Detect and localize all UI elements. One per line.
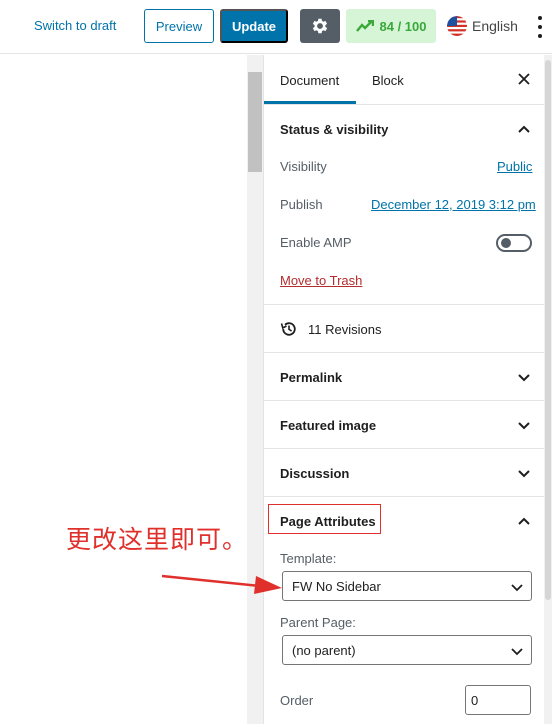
template-label: Template: — [280, 551, 337, 566]
top-toolbar: Switch to draft Preview Update 84 / 100 — [0, 0, 552, 54]
divider — [264, 304, 552, 305]
parent-page-select-value: (no parent) — [292, 642, 356, 658]
active-tab-indicator — [264, 101, 356, 104]
order-label: Order — [280, 693, 314, 708]
chevron-down-icon[interactable] — [516, 465, 532, 481]
publish-label: Publish — [280, 197, 323, 212]
history-icon — [280, 322, 296, 336]
chevron-down-icon[interactable] — [516, 369, 532, 385]
template-select-value: FW No Sidebar — [292, 578, 381, 594]
settings-sidebar: Document Block Status & visibility Visib… — [263, 55, 552, 724]
visibility-link[interactable]: Public — [497, 159, 532, 174]
chevron-down-icon[interactable] — [516, 417, 532, 433]
trend-icon — [355, 20, 374, 32]
visibility-label: Visibility — [280, 159, 327, 174]
chevron-down-icon — [511, 648, 523, 656]
status-visibility-panel-toggle[interactable]: Status & visibility — [280, 122, 388, 137]
divider — [264, 496, 552, 497]
permalink-panel-toggle[interactable]: Permalink — [280, 370, 342, 385]
preview-button[interactable]: Preview — [144, 9, 214, 43]
annotation-arrow-icon — [161, 574, 282, 594]
annotation-text: 更改这里即可。 — [66, 525, 249, 554]
revisions-label: 11 Revisions — [308, 321, 382, 337]
gear-icon — [312, 18, 328, 34]
dot — [538, 25, 542, 29]
discussion-panel-toggle[interactable]: Discussion — [280, 466, 349, 481]
switch-to-draft-button[interactable]: Switch to draft — [34, 18, 116, 33]
dot — [538, 34, 542, 38]
sidebar-scrollbar-thumb[interactable] — [545, 60, 551, 600]
tab-document[interactable]: Document — [280, 73, 339, 88]
update-button[interactable]: Update — [220, 9, 288, 43]
divider — [264, 448, 552, 449]
dot — [538, 16, 542, 20]
chevron-up-icon[interactable] — [516, 513, 532, 529]
seo-score-value: 84 / 100 — [379, 18, 427, 34]
parent-page-label: Parent Page: — [280, 615, 356, 630]
language-label: English — [472, 18, 518, 34]
revisions-link[interactable]: 11 Revisions — [280, 320, 381, 338]
divider — [264, 400, 552, 401]
chevron-up-icon[interactable] — [516, 121, 532, 137]
sidebar-tabs: Document Block — [264, 55, 552, 105]
language-switcher[interactable]: English — [447, 16, 518, 36]
move-to-trash-link[interactable]: Move to Trash — [280, 273, 362, 288]
close-icon[interactable] — [516, 71, 532, 87]
more-options-button[interactable] — [536, 16, 544, 38]
template-select[interactable]: FW No Sidebar — [282, 571, 532, 601]
us-flag-icon — [447, 16, 467, 36]
order-input[interactable]: 0 — [465, 685, 531, 715]
amp-label: Enable AMP — [280, 235, 352, 250]
publish-date-link[interactable]: December 12, 2019 3:12 pm — [371, 197, 536, 212]
chevron-down-icon — [511, 584, 523, 592]
amp-toggle[interactable] — [496, 234, 532, 252]
divider — [264, 352, 552, 353]
featured-image-panel-toggle[interactable]: Featured image — [280, 418, 376, 433]
annotation-highlight-box — [268, 504, 381, 534]
seo-score-button[interactable]: 84 / 100 — [346, 9, 436, 43]
editor-scrollbar-thumb[interactable] — [248, 72, 262, 172]
settings-button[interactable] — [300, 9, 340, 43]
tab-block[interactable]: Block — [372, 73, 404, 88]
parent-page-select[interactable]: (no parent) — [282, 635, 532, 665]
